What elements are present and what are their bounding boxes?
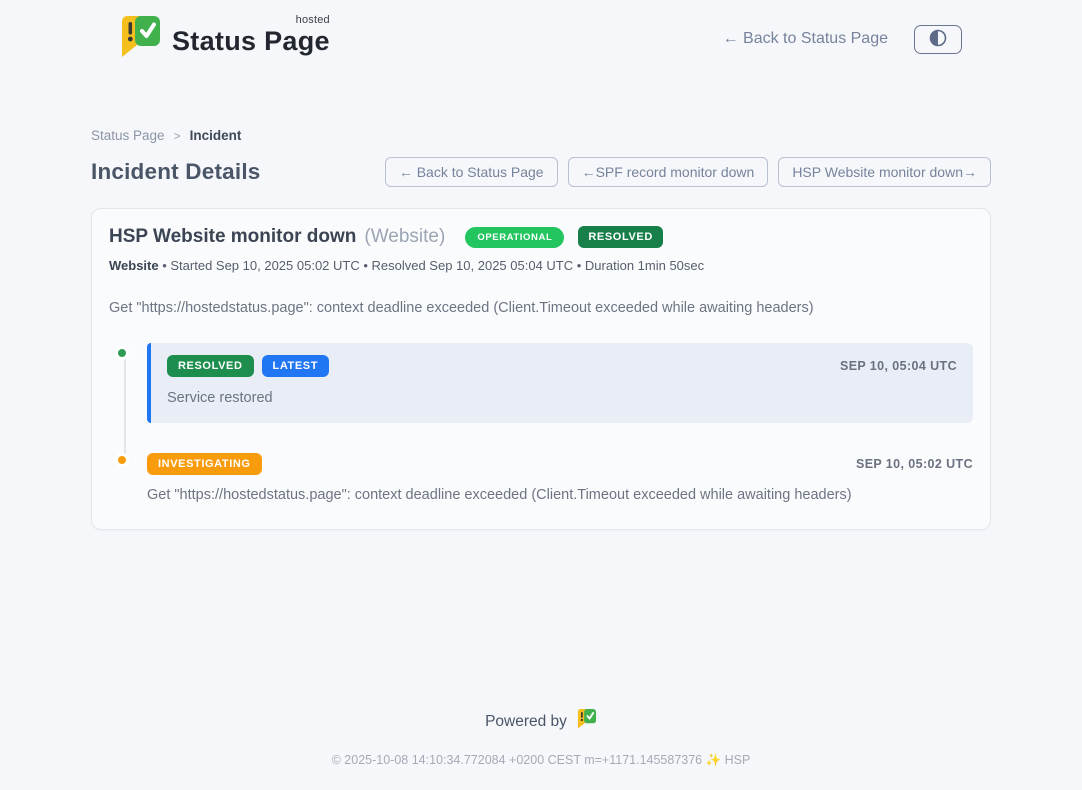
incident-title-row: HSP Website monitor down (Website) OPERA… [109, 226, 973, 248]
breadcrumb-status-page[interactable]: Status Page [91, 128, 165, 143]
incident-timeline: RESOLVED LATEST SEP 10, 05:04 UTC Servic… [115, 343, 973, 503]
page-title: Incident Details [91, 159, 261, 185]
theme-toggle-button[interactable] [914, 25, 962, 54]
page-root: hosted Status Page ← Back to Status Page… [0, 0, 1082, 790]
header-right: ← Back to Status Page [723, 25, 962, 54]
incident-nav-buttons: ← Back to Status Page ←SPF record monito… [385, 157, 991, 187]
timeline-entry-investigating: INVESTIGATING SEP 10, 05:02 UTC Get "htt… [147, 453, 973, 503]
status-page-logo-icon [118, 14, 162, 65]
incident-meta-component: Website [109, 258, 159, 273]
operational-status-badge: OPERATIONAL [465, 227, 564, 248]
timeline-dot-resolved-icon [115, 346, 129, 360]
next-incident-button[interactable]: HSP Website monitor down→ [778, 157, 991, 187]
contrast-icon [929, 29, 947, 50]
breadcrumb-incident: Incident [190, 128, 242, 143]
incident-description: Get "https://hostedstatus.page": context… [109, 300, 973, 316]
timeline-dot-investigating-icon [115, 453, 129, 467]
incident-meta: Website • Started Sep 10, 2025 05:02 UTC… [109, 258, 973, 273]
timeline-entry-header: RESOLVED LATEST SEP 10, 05:04 UTC [167, 355, 957, 377]
incident-card: HSP Website monitor down (Website) OPERA… [91, 208, 991, 530]
timeline-timestamp: SEP 10, 05:02 UTC [856, 457, 973, 471]
timeline-badges: RESOLVED LATEST [167, 355, 329, 377]
incident-meta-detail: • Started Sep 10, 2025 05:02 UTC • Resol… [159, 258, 705, 273]
footer: Powered by © 2025-10-08 14:10:34.772084 … [0, 708, 1082, 790]
timeline-badges: INVESTIGATING [147, 453, 262, 475]
timeline-entry-resolved: RESOLVED LATEST SEP 10, 05:04 UTC Servic… [147, 343, 973, 423]
header: hosted Status Page ← Back to Status Page [0, 0, 1082, 64]
latest-badge: LATEST [262, 355, 330, 377]
powered-by-link[interactable]: Powered by [485, 708, 597, 735]
logo-text: hosted Status Page [172, 14, 330, 57]
breadcrumb-separator: > [174, 129, 181, 143]
title-row: Incident Details ← Back to Status Page ←… [91, 157, 991, 187]
resolved-badge: RESOLVED [167, 355, 254, 377]
timeline-timestamp: SEP 10, 05:04 UTC [840, 359, 957, 373]
investigating-badge: INVESTIGATING [147, 453, 262, 475]
prev-incident-button[interactable]: ←SPF record monitor down [568, 157, 769, 187]
timeline-message: Service restored [167, 390, 957, 406]
logo-brand: Status Page [172, 26, 330, 56]
breadcrumb: Status Page > Incident [91, 128, 991, 143]
logo[interactable]: hosted Status Page [118, 14, 330, 65]
incident-component: (Website) [364, 226, 445, 248]
timeline-entry-header: INVESTIGATING SEP 10, 05:02 UTC [147, 453, 973, 475]
resolved-status-badge: RESOLVED [578, 226, 663, 248]
status-page-logo-small-icon [576, 708, 597, 735]
timeline-message: Get "https://hostedstatus.page": context… [147, 487, 973, 503]
incident-title: HSP Website monitor down [109, 226, 356, 248]
main-content: Status Page > Incident Incident Details … [91, 128, 991, 530]
back-to-status-page-link[interactable]: ← Back to Status Page [723, 30, 888, 48]
powered-by-label: Powered by [485, 713, 567, 731]
timeline-highlight-box: RESOLVED LATEST SEP 10, 05:04 UTC Servic… [147, 343, 973, 423]
copyright-text: © 2025-10-08 14:10:34.772084 +0200 CEST … [0, 753, 1082, 790]
back-to-status-page-button[interactable]: ← Back to Status Page [385, 157, 558, 187]
logo-hosted-superscript: hosted [296, 14, 330, 26]
